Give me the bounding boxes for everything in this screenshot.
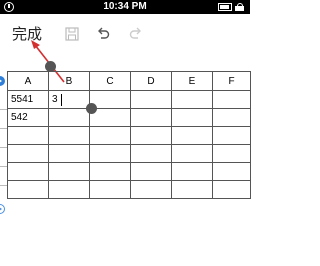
cell-e6[interactable]: [171, 180, 213, 199]
cell-b1[interactable]: 3: [48, 90, 90, 109]
cell-f5[interactable]: [212, 162, 251, 181]
cell-b5[interactable]: [48, 162, 90, 181]
column-header-a[interactable]: A: [7, 71, 49, 91]
column-header-d[interactable]: D: [130, 71, 172, 91]
status-time: 10:34 PM: [103, 1, 147, 12]
cell-a6[interactable]: [7, 180, 49, 199]
cell-b2[interactable]: [48, 108, 90, 127]
sheet-table: A B C D E F 5541 3 542: [7, 71, 251, 199]
lock-icon: [235, 3, 244, 11]
cell-f3[interactable]: [212, 126, 251, 145]
expand-row-headers-tab[interactable]: [0, 76, 5, 86]
cell-c5[interactable]: [89, 162, 131, 181]
toolbar: 完成: [0, 14, 250, 54]
cell-e5[interactable]: [171, 162, 213, 181]
cell-d6[interactable]: [130, 180, 172, 199]
cell-f4[interactable]: [212, 144, 251, 163]
column-header-f[interactable]: F: [212, 71, 251, 91]
column-header-b[interactable]: B: [48, 71, 90, 91]
done-button[interactable]: 完成: [12, 23, 42, 44]
cell-d1[interactable]: [130, 90, 172, 109]
cell-e3[interactable]: [171, 126, 213, 145]
cell-b3[interactable]: [48, 126, 90, 145]
text-cursor: [61, 94, 62, 106]
undo-icon[interactable]: [95, 26, 111, 42]
cell-a3[interactable]: [7, 126, 49, 145]
cell-f2[interactable]: [212, 108, 251, 127]
cell-d2[interactable]: [130, 108, 172, 127]
battery-icon: [218, 3, 232, 11]
status-bar: 10:34 PM: [0, 0, 250, 14]
expand-tab[interactable]: [0, 204, 5, 214]
cell-c3[interactable]: [89, 126, 131, 145]
cell-d4[interactable]: [130, 144, 172, 163]
cell-a4[interactable]: [7, 144, 49, 163]
cell-a1[interactable]: 5541: [7, 90, 49, 109]
cell-e1[interactable]: [171, 90, 213, 109]
selection-handle-bottom[interactable]: [86, 103, 97, 114]
cell-c4[interactable]: [89, 144, 131, 163]
save-icon[interactable]: [64, 26, 80, 42]
cell-f6[interactable]: [212, 180, 251, 199]
cell-a2[interactable]: 542: [7, 108, 49, 127]
cell-d3[interactable]: [130, 126, 172, 145]
cell-c6[interactable]: [89, 180, 131, 199]
spreadsheet-grid[interactable]: A B C D E F 5541 3 542: [7, 71, 251, 199]
cell-f1[interactable]: [212, 90, 251, 109]
column-header-e[interactable]: E: [171, 71, 213, 91]
cell-a5[interactable]: [7, 162, 49, 181]
cell-e4[interactable]: [171, 144, 213, 163]
redo-icon[interactable]: [128, 26, 144, 42]
selection-handle-top[interactable]: [45, 61, 56, 72]
cell-d5[interactable]: [130, 162, 172, 181]
cell-b6[interactable]: [48, 180, 90, 199]
column-header-c[interactable]: C: [89, 71, 131, 91]
cell-b4[interactable]: [48, 144, 90, 163]
cell-e2[interactable]: [171, 108, 213, 127]
